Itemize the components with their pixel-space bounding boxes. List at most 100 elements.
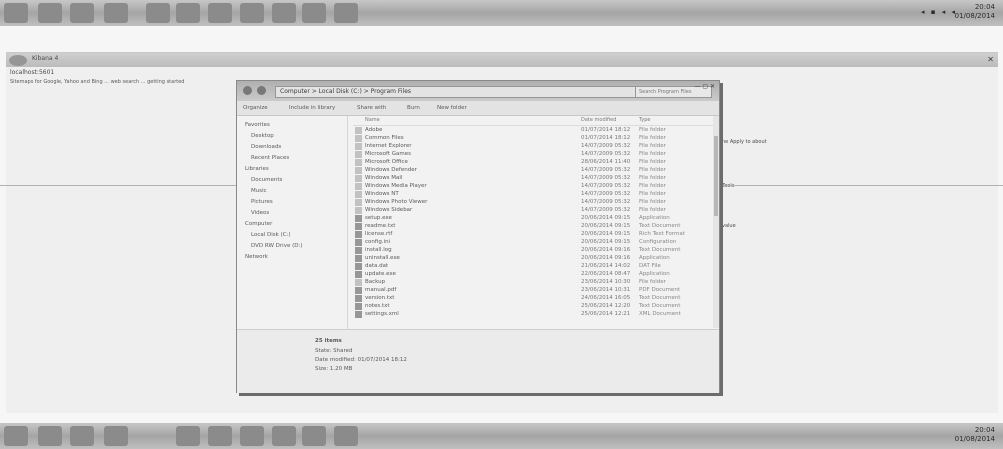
taskbar-bottom-app-6[interactable] [240, 426, 264, 446]
file-date: 22/06/2014 08:47 [581, 271, 631, 277]
toolbar-new-folder[interactable]: New folder [437, 101, 467, 115]
file-name: Windows NT [365, 191, 399, 197]
start-button-bottom[interactable] [4, 426, 28, 446]
file-name: Microsoft Games [365, 151, 412, 157]
address-bar[interactable]: localhost:5601 [10, 69, 54, 76]
browser-tab[interactable]: Kibana 4 [32, 55, 58, 62]
file-name: setup.exe [365, 215, 392, 221]
toolbar-organize[interactable]: Organize [243, 101, 268, 115]
file-row[interactable]: manual.pdf 23/06/2014 10:31 PDF Document [353, 287, 715, 295]
nav-item[interactable]: Desktop [251, 133, 274, 139]
nav-item[interactable]: Downloads [251, 144, 281, 150]
file-name: Windows Media Player [365, 183, 427, 189]
browser-logo-icon[interactable] [9, 55, 27, 66]
file-row[interactable]: Microsoft Games 14/07/2009 05:32 File fold… [353, 151, 715, 159]
file-type: File folder [639, 207, 666, 213]
taskbar-app-7[interactable] [240, 3, 264, 23]
file-row[interactable]: setup.exe 20/06/2014 09:15 Application [353, 215, 715, 223]
file-date: 20/06/2014 09:16 [581, 247, 631, 253]
taskbar-bottom-app-7[interactable] [272, 426, 296, 446]
bookmarks-bar[interactable]: Sitemaps for Google, Yahoo and Bing ... … [10, 79, 184, 85]
file-row[interactable]: notes.txt 25/06/2014 12:20 Text Document [353, 303, 715, 311]
file-row[interactable]: Microsoft Office 28/06/2014 11:40 File fol… [353, 159, 715, 167]
forward-icon[interactable] [257, 86, 266, 95]
nav-item[interactable]: Documents [251, 177, 282, 183]
taskbar-bottom-app-2[interactable] [70, 426, 94, 446]
file-type: Application [639, 255, 670, 261]
taskbar-app-5[interactable] [176, 3, 200, 23]
taskbar-app-3[interactable] [104, 3, 128, 23]
toolbar-burn[interactable]: Burn [407, 101, 420, 115]
file-row[interactable]: version.txt 24/06/2014 16:05 Text Document [353, 295, 715, 303]
nav-item[interactable]: Recent Places [251, 155, 289, 161]
browser-close-icon[interactable]: ✕ [987, 55, 994, 64]
file-row[interactable]: Windows Photo Viewer 14/07/2009 05:32 File… [353, 199, 715, 207]
file-name: update.exe [365, 271, 396, 277]
file-name: Windows Defender [365, 167, 417, 173]
nav-item[interactable]: Computer [245, 221, 272, 227]
start-button[interactable] [4, 3, 28, 23]
taskbar-app-9[interactable] [302, 3, 326, 23]
header-date[interactable]: Date modified [581, 117, 616, 123]
scrollbar-thumb[interactable] [714, 136, 718, 216]
nav-item[interactable]: Network [245, 254, 268, 260]
file-name: Microsoft Office [365, 159, 408, 165]
file-row[interactable]: install.log 20/06/2014 09:16 Text Document [353, 247, 715, 255]
explorer-path[interactable]: Computer > Local Disk (C:) > Program Fil… [275, 86, 636, 98]
nav-item[interactable]: Local Disk (C:) [251, 232, 291, 238]
taskbar-bottom-app-5[interactable] [208, 426, 232, 446]
file-row[interactable]: Backup 23/06/2014 10:30 File folder [353, 279, 715, 287]
nav-item[interactable]: Videos [251, 210, 269, 216]
file-name: Internet Explorer [365, 143, 412, 149]
header-type[interactable]: Type [639, 117, 650, 123]
clock-time: 20:04 [974, 3, 995, 11]
scrollbar[interactable] [713, 116, 719, 328]
toolbar-share[interactable]: Share with [357, 101, 386, 115]
file-row[interactable]: Windows Mail 14/07/2009 05:32 File folder [353, 175, 715, 183]
folder-icon [355, 135, 362, 142]
nav-item[interactable]: Music [251, 188, 267, 194]
file-row[interactable]: settings.xml 25/06/2014 12:21 XML Document [353, 311, 715, 319]
toolbar-include[interactable]: Include in library [289, 101, 335, 115]
folder-icon [355, 199, 362, 206]
file-row[interactable]: Windows Defender 14/07/2009 05:32 File fol… [353, 167, 715, 175]
file-date: 14/07/2009 05:32 [581, 175, 631, 181]
window-caption-buttons[interactable]: — ▢ ✕ [694, 83, 715, 90]
file-row[interactable]: Adobe 01/07/2014 18:12 File folder [353, 127, 715, 135]
file-row[interactable]: license.rtf 20/06/2014 09:15 Rich Text For… [353, 231, 715, 239]
file-row[interactable]: Internet Explorer 14/07/2009 05:32 File fo… [353, 143, 715, 151]
file-row[interactable]: Windows Sidebar 14/07/2009 05:32 File fold… [353, 207, 715, 215]
file-row[interactable]: Common Files 01/07/2014 18:12 File folder [353, 135, 715, 143]
tray-icons[interactable]: ◂ ▪ ◂ ◂ [921, 8, 957, 16]
taskbar-bottom-app-3[interactable] [104, 426, 128, 446]
clock[interactable]: 20:04 01/08/2014 [955, 3, 995, 21]
taskbar-app-10[interactable] [334, 3, 358, 23]
clock-date: 01/08/2014 [954, 12, 995, 20]
taskbar-bottom-app-1[interactable] [38, 426, 62, 446]
taskbar-app-2[interactable] [70, 3, 94, 23]
back-icon[interactable] [243, 86, 252, 95]
taskbar-app-6[interactable] [208, 3, 232, 23]
taskbar-bottom-app-9[interactable] [334, 426, 358, 446]
file-row[interactable]: Windows NT 14/07/2009 05:32 File folder [353, 191, 715, 199]
nav-item[interactable]: Favorites [245, 122, 270, 128]
taskbar-app-1[interactable] [38, 3, 62, 23]
file-row[interactable]: update.exe 22/06/2014 08:47 Application [353, 271, 715, 279]
file-row[interactable]: readme.txt 20/06/2014 09:15 Text Document [353, 223, 715, 231]
nav-item[interactable]: Libraries [245, 166, 269, 172]
taskbar-bottom-app-4[interactable] [176, 426, 200, 446]
file-row[interactable]: Windows Media Player 14/07/2009 05:32 File… [353, 183, 715, 191]
file-row[interactable]: config.ini 20/06/2014 09:15 Configuration [353, 239, 715, 247]
taskbar-bottom-app-8[interactable] [302, 426, 326, 446]
file-row[interactable]: uninstall.exe 20/06/2014 09:16 Application [353, 255, 715, 263]
file-type: Application [639, 215, 670, 221]
file-name: Windows Photo Viewer [365, 199, 428, 205]
file-name: data.dat [365, 263, 389, 269]
taskbar-app-8[interactable] [272, 3, 296, 23]
file-row[interactable]: data.dat 21/06/2014 14:02 DAT File [353, 263, 715, 271]
clock-bottom[interactable]: 20:04 01/08/2014 [955, 426, 995, 444]
header-name[interactable]: Name [365, 117, 380, 123]
nav-item[interactable]: Pictures [251, 199, 273, 205]
nav-item[interactable]: DVD RW Drive (D:) [251, 243, 302, 249]
taskbar-app-4[interactable] [146, 3, 170, 23]
